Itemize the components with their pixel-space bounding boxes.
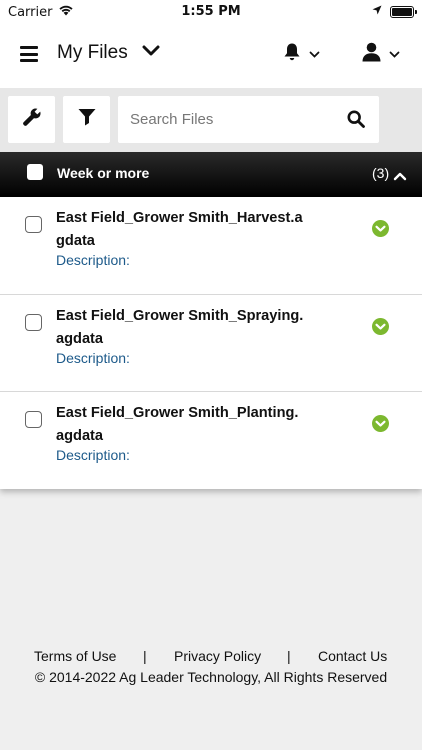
footer-separator: | (143, 648, 147, 664)
group-count: (3) (372, 165, 390, 181)
settings-button[interactable] (8, 96, 55, 143)
search-box (118, 96, 379, 143)
chevron-up-icon[interactable] (393, 168, 407, 186)
user-menu-button[interactable] (362, 42, 400, 67)
notifications-button[interactable] (283, 42, 320, 67)
copyright-text: © 2014-2022 Ag Leader Technology, All Ri… (34, 669, 388, 685)
app-header: My Files (0, 24, 422, 88)
file-row[interactable]: East Field_Grower Smith_Spraying.agdata … (0, 295, 422, 392)
group-header[interactable]: Week or more (3) (0, 152, 422, 197)
status-right (372, 4, 417, 19)
battery-icon (390, 5, 417, 18)
menu-icon[interactable] (20, 46, 38, 62)
terms-of-use-link[interactable]: Terms of Use (34, 648, 116, 664)
privacy-policy-link[interactable]: Privacy Policy (174, 648, 261, 664)
filter-button[interactable] (63, 96, 110, 143)
status-bar: Carrier 1:55 PM (0, 0, 422, 24)
filter-icon (78, 108, 96, 131)
row-checkbox[interactable] (25, 411, 42, 428)
search-icon[interactable] (347, 110, 365, 133)
user-icon (362, 42, 381, 67)
group-label: Week or more (57, 165, 150, 181)
file-description-label: Description: (56, 252, 130, 268)
toolbar (0, 88, 422, 152)
check-circle-icon (372, 415, 389, 437)
footer-separator: | (287, 648, 291, 664)
file-row[interactable]: East Field_Grower Smith_Planting.agdata … (0, 392, 422, 490)
chevron-down-icon (389, 46, 400, 64)
bell-icon (283, 42, 301, 67)
chevron-down-icon (309, 46, 320, 64)
file-description-label: Description: (56, 447, 130, 463)
contact-us-link[interactable]: Contact Us (318, 648, 387, 664)
location-arrow-icon (372, 4, 382, 19)
file-name: East Field_Grower Smith_Spraying.agdata (56, 307, 304, 347)
check-circle-icon (372, 220, 389, 242)
check-circle-icon (372, 317, 389, 340)
file-list: East Field_Grower Smith_Harvest.agdata D… (0, 197, 422, 489)
status-time: 1:55 PM (181, 4, 241, 19)
file-name: East Field_Grower Smith_Harvest.agdata (56, 210, 303, 249)
search-input[interactable] (118, 96, 338, 143)
file-name: East Field_Grower Smith_Planting.agdata (56, 405, 299, 444)
page-title[interactable]: My Files (57, 42, 128, 64)
select-all-checkbox[interactable] (27, 164, 43, 180)
wrench-icon (22, 107, 42, 132)
row-checkbox[interactable] (25, 216, 42, 233)
file-description-label: Description: (56, 349, 130, 366)
file-row[interactable]: East Field_Grower Smith_Harvest.agdata D… (0, 197, 422, 295)
row-checkbox[interactable] (25, 313, 42, 331)
chevron-down-icon[interactable] (142, 44, 160, 62)
